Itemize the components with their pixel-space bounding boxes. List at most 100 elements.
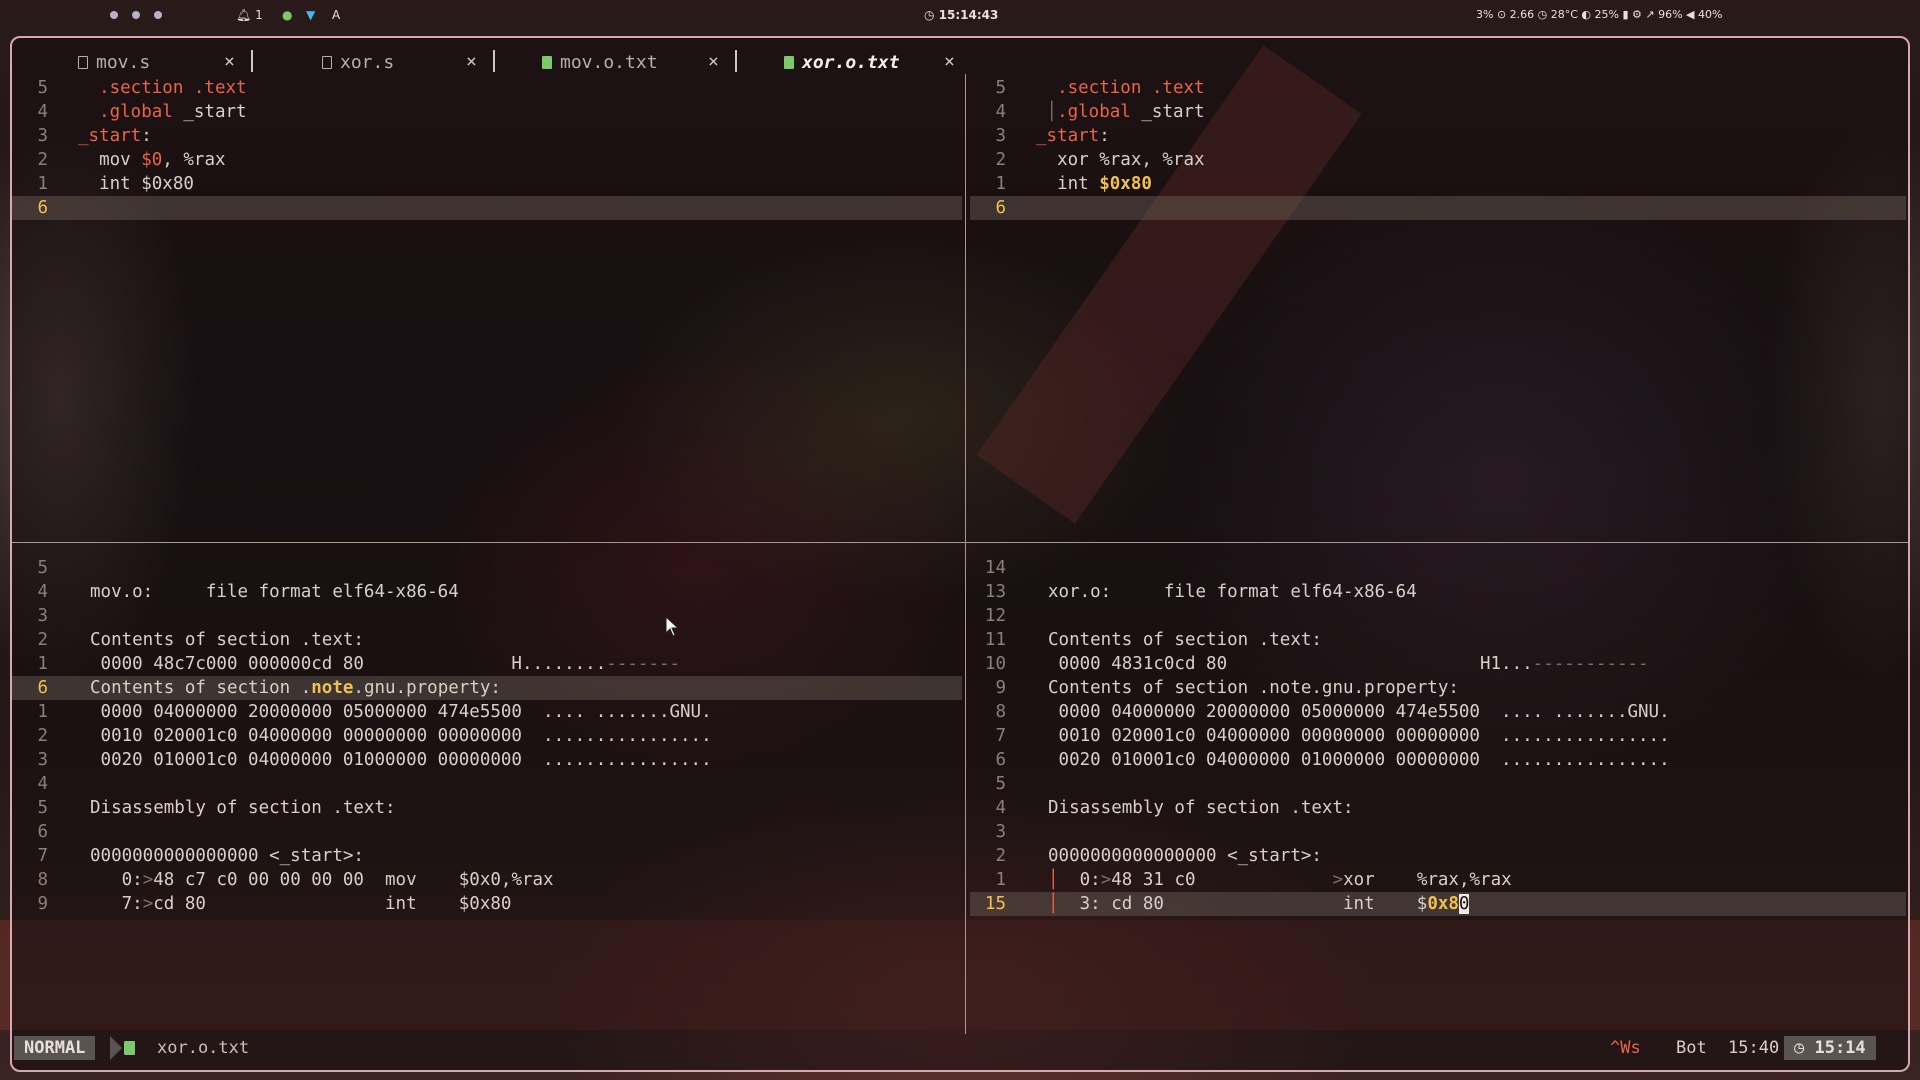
code-line[interactable]: 5 — [970, 772, 1908, 796]
code-token: Contents of section .text: — [90, 630, 364, 650]
line-number: 8 — [37, 870, 48, 890]
line-text: 0000000000000000 <_start>: — [90, 844, 364, 868]
line-text: │ 0:>48 31 c0 >xor %rax,%rax — [1048, 868, 1512, 892]
code-token: 0020 010001c0 04000000 01000000 00000000… — [1048, 750, 1670, 770]
code-line[interactable]: 12 — [970, 604, 1908, 628]
code-token: int — [1036, 174, 1100, 194]
workspace-dot-1[interactable] — [110, 11, 118, 19]
code-line[interactable]: 6 0020 010001c0 04000000 01000000 000000… — [970, 748, 1908, 772]
code-line[interactable]: 1 int $0x80 — [970, 172, 1908, 196]
code-line[interactable]: 3 0020 010001c0 04000000 01000000 000000… — [12, 748, 964, 772]
code-line[interactable]: 6 — [12, 196, 964, 220]
close-icon[interactable]: × — [466, 51, 477, 72]
code-line[interactable]: 1 │ 0:>48 31 c0 >xor %rax,%rax — [970, 868, 1908, 892]
code-line[interactable]: 3 _start: — [970, 124, 1908, 148]
code-line[interactable]: 3 _start: — [12, 124, 964, 148]
code-line[interactable]: 3 — [970, 820, 1908, 844]
code-token: ------- — [606, 654, 681, 674]
wifi-icon[interactable]: ▼ — [306, 8, 315, 22]
wechat-icon[interactable]: ● — [282, 8, 292, 22]
code-line[interactable]: 4 .global _start — [12, 100, 964, 124]
code-line[interactable]: 11 Contents of section .text: — [970, 628, 1908, 652]
code-line[interactable]: 5 — [12, 556, 964, 580]
line-text: 0020 010001c0 04000000 01000000 00000000… — [1048, 748, 1670, 772]
code-line[interactable]: 3 — [12, 604, 964, 628]
workspace-indicators[interactable] — [110, 8, 176, 22]
code-line[interactable]: 2 xor %rax, %rax — [970, 148, 1908, 172]
editor-pane-xor-s[interactable]: 5 .section .text 4 │.global _start 3 _start… — [970, 76, 1908, 536]
close-icon[interactable]: × — [708, 51, 719, 72]
notification-indicator[interactable]: 🔔︎ 1 — [236, 8, 263, 22]
code-token: int $0x80 — [78, 174, 194, 194]
code-line[interactable]: 14 — [970, 556, 1908, 580]
line-number: 7 — [37, 846, 48, 866]
code-line[interactable]: 5 .section .text — [12, 76, 964, 100]
line-number: 2 — [995, 846, 1006, 866]
code-token: .section .text — [1036, 78, 1205, 98]
editor-pane-mov-s[interactable]: 5 .section .text 4 .global _start 3 _start:… — [12, 76, 964, 536]
code-line[interactable]: 7 0010 020001c0 04000000 00000000 000000… — [970, 724, 1908, 748]
code-line[interactable]: 4 mov.o: file format elf64-x86-64 — [12, 580, 964, 604]
line-number: 2 — [37, 150, 48, 170]
code-token: 0020 010001c0 04000000 01000000 00000000… — [90, 750, 712, 770]
code-line[interactable]: 8 0:>48 c7 c0 00 00 00 00 mov $0x0,%rax — [12, 868, 964, 892]
code-token: 0000 04000000 20000000 05000000 474e5500… — [90, 702, 712, 722]
code-token: > — [1100, 870, 1112, 890]
horizontal-split-divider[interactable] — [12, 542, 1908, 543]
code-line[interactable]: 5 Disassembly of section .text: — [12, 796, 964, 820]
code-line[interactable]: 2 0010 020001c0 04000000 00000000 000000… — [12, 724, 964, 748]
code-line[interactable]: 8 0000 04000000 20000000 05000000 474e55… — [970, 700, 1908, 724]
code-token: Disassembly of section .text: — [1048, 798, 1354, 818]
tab-mov-s[interactable]: mov.s × — [78, 50, 253, 73]
editor-pane-xor-o-txt[interactable]: 14 13 xor.o: file format elf64-x86-64 12 11 C… — [970, 556, 1908, 1026]
line-text: xor.o: file format elf64-x86-64 — [1048, 580, 1417, 604]
code-line[interactable]: 2 mov $0, %rax — [12, 148, 964, 172]
code-line[interactable]: 6 Contents of section .note.gnu.property: — [12, 676, 964, 700]
line-text: │ 3: cd 80 int $0x80 — [1048, 892, 1470, 916]
line-number: 1 — [37, 702, 48, 722]
line-text: Contents of section .text: — [1048, 628, 1322, 652]
code-token: > — [1332, 870, 1344, 890]
code-line[interactable]: 15 │ 3: cd 80 int $0x80 — [970, 892, 1908, 916]
code-line[interactable]: 2 Contents of section .text: — [12, 628, 964, 652]
code-token: : — [1099, 126, 1110, 146]
code-line[interactable]: 6 — [12, 820, 964, 844]
line-number: 15 — [984, 894, 1006, 914]
line-number: 5 — [995, 78, 1006, 98]
code-line[interactable]: 4 Disassembly of section .text: — [970, 796, 1908, 820]
code-line[interactable]: 9 Contents of section .note.gnu.property: — [970, 676, 1908, 700]
clock-icon: ◷ — [924, 8, 935, 22]
file-icon — [542, 56, 552, 69]
code-line[interactable]: 1 0000 48c7c000 000000cd 80 H........---… — [12, 652, 964, 676]
code-line[interactable]: 9 7:>cd 80 int $0x80 — [12, 892, 964, 916]
workspace-dot-3[interactable] — [154, 11, 162, 19]
code-line[interactable]: 4 — [12, 772, 964, 796]
code-line[interactable]: 1 0000 04000000 20000000 05000000 474e55… — [12, 700, 964, 724]
code-line[interactable]: 1 int $0x80 — [12, 172, 964, 196]
workspace-dot-2[interactable] — [132, 11, 140, 19]
tab-label: xor.s — [340, 52, 395, 73]
tab-xor-o-txt[interactable]: xor.o.txt × — [784, 51, 955, 73]
code-line[interactable]: 5 .section .text — [970, 76, 1908, 100]
code-line[interactable]: 7 0000000000000000 <_start>: — [12, 844, 964, 868]
editor-pane-mov-o-txt[interactable]: 5 4 mov.o: file format elf64-x86-64 3 2 Conte… — [12, 556, 964, 1026]
input-method-indicator[interactable]: A — [332, 8, 340, 22]
code-token: Contents of section . — [90, 678, 312, 698]
line-number: 8 — [995, 702, 1006, 722]
code-token: note — [311, 678, 354, 698]
tab-mov-o-txt[interactable]: mov.o.txt × — [542, 50, 737, 73]
line-number: 14 — [984, 558, 1006, 578]
file-icon — [784, 56, 794, 69]
vertical-split-divider[interactable] — [965, 74, 966, 1034]
tab-xor-s[interactable]: xor.s × — [322, 50, 495, 73]
close-icon[interactable]: × — [224, 51, 235, 72]
code-line[interactable]: 6 — [970, 196, 1908, 220]
code-line[interactable]: 2 0000000000000000 <_start>: — [970, 844, 1908, 868]
line-number: 1 — [995, 174, 1006, 194]
code-token: , %rax — [162, 150, 226, 170]
code-line[interactable]: 4 │.global _start — [970, 100, 1908, 124]
code-line[interactable]: 13 xor.o: file format elf64-x86-64 — [970, 580, 1908, 604]
code-token: 0000 4831c0cd 80 H1... — [1048, 654, 1533, 674]
code-line[interactable]: 10 0000 4831c0cd 80 H1...----------- — [970, 652, 1908, 676]
close-icon[interactable]: × — [944, 51, 955, 72]
